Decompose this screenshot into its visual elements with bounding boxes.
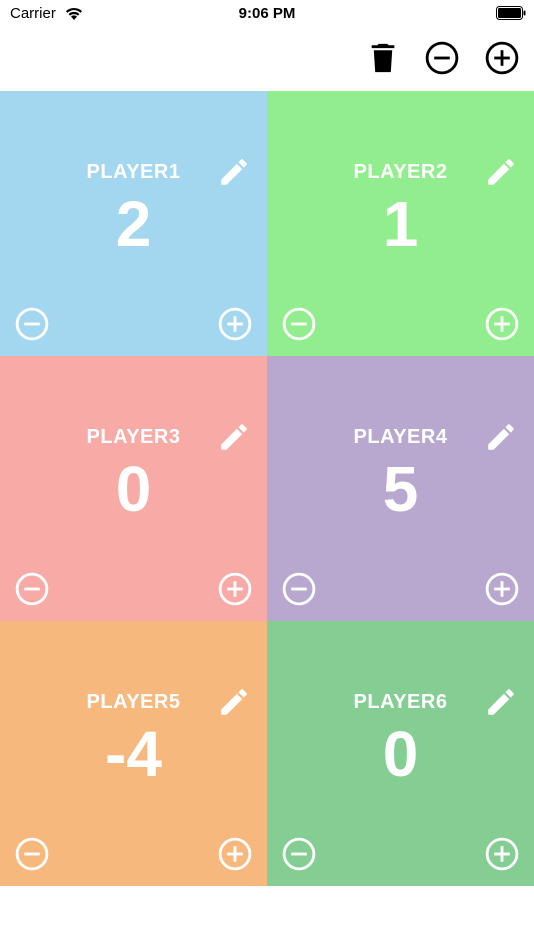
- player-tile: PLAYER5 -4: [0, 621, 267, 886]
- increment-score-button[interactable]: [485, 837, 519, 871]
- player-score: 2: [115, 188, 152, 260]
- remove-player-button[interactable]: [424, 40, 460, 76]
- edit-player-button[interactable]: [217, 155, 251, 189]
- plus-circle-icon: [218, 837, 252, 871]
- status-bar: Carrier 9:06 PM: [0, 0, 534, 28]
- battery-icon: [496, 6, 526, 20]
- player-tile: PLAYER4 5: [267, 356, 534, 621]
- decrement-score-button[interactable]: [282, 837, 316, 871]
- player-score: -4: [105, 718, 162, 790]
- pencil-icon: [488, 159, 514, 185]
- player-tile: PLAYER6 0: [267, 621, 534, 886]
- pencil-icon: [221, 689, 247, 715]
- decrement-score-button[interactable]: [15, 307, 49, 341]
- player-grid: PLAYER1 2 PLAYER2 1 PLAYER3 0 PLAYER4 5 …: [0, 91, 534, 886]
- player-tile: PLAYER1 2: [0, 91, 267, 356]
- plus-circle-icon: [218, 572, 252, 606]
- increment-score-button[interactable]: [218, 572, 252, 606]
- minus-circle-icon: [282, 837, 316, 871]
- pencil-icon: [488, 424, 514, 450]
- plus-circle-icon: [485, 41, 519, 75]
- minus-circle-icon: [282, 307, 316, 341]
- player-tile: PLAYER3 0: [0, 356, 267, 621]
- decrement-score-button[interactable]: [282, 572, 316, 606]
- minus-circle-icon: [15, 572, 49, 606]
- player-score: 5: [382, 453, 419, 525]
- decrement-score-button[interactable]: [15, 572, 49, 606]
- edit-player-button[interactable]: [484, 685, 518, 719]
- decrement-score-button[interactable]: [282, 307, 316, 341]
- player-score: 0: [115, 453, 152, 525]
- increment-score-button[interactable]: [218, 837, 252, 871]
- decrement-score-button[interactable]: [15, 837, 49, 871]
- plus-circle-icon: [485, 837, 519, 871]
- screen: Carrier 9:06 PM PLAYER1 2 PLAYER2 1 PLAY…: [0, 0, 534, 950]
- edit-player-button[interactable]: [217, 685, 251, 719]
- add-player-button[interactable]: [484, 40, 520, 76]
- pencil-icon: [221, 424, 247, 450]
- increment-score-button[interactable]: [485, 572, 519, 606]
- edit-player-button[interactable]: [484, 155, 518, 189]
- pencil-icon: [221, 159, 247, 185]
- edit-player-button[interactable]: [217, 420, 251, 454]
- plus-circle-icon: [485, 572, 519, 606]
- minus-circle-icon: [425, 41, 459, 75]
- increment-score-button[interactable]: [485, 307, 519, 341]
- pencil-icon: [488, 689, 514, 715]
- minus-circle-icon: [282, 572, 316, 606]
- trash-icon: [371, 43, 395, 73]
- toolbar: [0, 28, 534, 91]
- plus-circle-icon: [485, 307, 519, 341]
- player-score: 1: [382, 188, 419, 260]
- plus-circle-icon: [218, 307, 252, 341]
- delete-all-button[interactable]: [365, 40, 401, 76]
- player-tile: PLAYER2 1: [267, 91, 534, 356]
- increment-score-button[interactable]: [218, 307, 252, 341]
- minus-circle-icon: [15, 307, 49, 341]
- minus-circle-icon: [15, 837, 49, 871]
- clock: 9:06 PM: [238, 5, 296, 22]
- edit-player-button[interactable]: [484, 420, 518, 454]
- player-score: 0: [382, 718, 419, 790]
